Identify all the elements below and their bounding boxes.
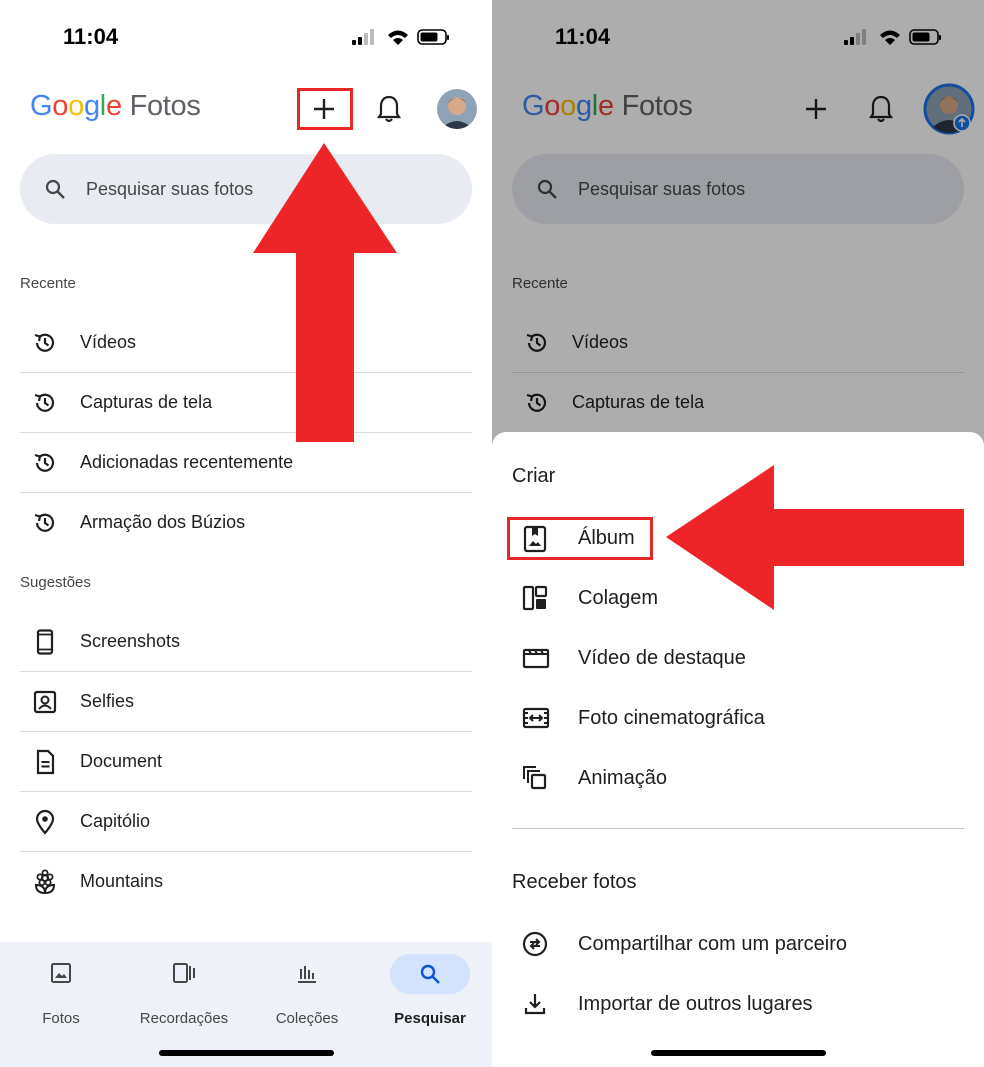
avatar[interactable] — [437, 89, 477, 129]
recent-heading: Recente — [20, 275, 76, 292]
history-icon — [34, 513, 55, 532]
recent-item[interactable]: Capturas de tela — [20, 373, 472, 433]
recent-item-label: Armação dos Búzios — [80, 512, 246, 532]
create-item-label: Vídeo de destaque — [578, 647, 746, 669]
suggestion-item[interactable]: Screenshots — [20, 612, 472, 672]
document-icon — [36, 749, 55, 775]
google-fotos-logo: Google Fotos — [30, 90, 201, 123]
cinematic-icon — [522, 707, 550, 729]
location-pin-icon — [35, 809, 55, 835]
search-placeholder: Pesquisar suas fotos — [86, 179, 254, 199]
search-icon — [420, 964, 440, 984]
recent-item[interactable]: Armação dos Búzios — [20, 493, 472, 553]
create-item-label: Colagem — [578, 587, 659, 609]
history-icon — [34, 333, 55, 352]
signal-bar-3 — [364, 33, 368, 45]
suggestion-item[interactable]: Mountains — [20, 852, 472, 912]
recent-item-label: Adicionadas recentemente — [80, 452, 294, 472]
status-time: 11:04 — [63, 24, 119, 49]
signal-bar-2 — [358, 37, 362, 45]
phone-icon — [36, 629, 54, 655]
search-icon — [45, 179, 65, 199]
search-bar[interactable]: Pesquisar suas fotos — [20, 154, 472, 224]
nav-colecoes-label: Coleções — [275, 1010, 339, 1027]
suggestion-item[interactable]: Document — [20, 732, 472, 792]
create-animation-item[interactable]: Animação — [512, 749, 964, 809]
annotation-arrow-left — [666, 465, 964, 610]
wifi-icon — [388, 30, 408, 45]
flower-icon — [34, 869, 56, 895]
nav-recordacoes[interactable]: Recordações — [129, 952, 239, 1032]
suggestion-item[interactable]: Capitólio — [20, 792, 472, 852]
home-indicator — [159, 1050, 334, 1056]
annotation-highlight-album — [507, 517, 653, 560]
photo-icon — [51, 963, 71, 983]
suggestion-item-label: Document — [80, 751, 163, 771]
signal-bar-1 — [352, 40, 356, 45]
logo-google: Google — [30, 90, 122, 122]
nav-pesquisar-label: Pesquisar — [394, 1010, 466, 1027]
partner-share-item[interactable]: Compartilhar com um parceiro — [512, 915, 964, 975]
receive-item-label: Compartilhar com um parceiro — [578, 933, 847, 955]
annotation-highlight-add — [297, 88, 353, 130]
sheet-divider — [512, 828, 964, 829]
history-icon — [34, 453, 55, 472]
nav-colecoes[interactable]: Coleções — [252, 952, 362, 1032]
receive-heading: Receber fotos — [512, 871, 637, 893]
notifications-icon[interactable] — [376, 94, 402, 124]
partner-share-icon — [522, 931, 548, 957]
collage-icon — [522, 585, 548, 611]
nav-pesquisar[interactable]: Pesquisar — [375, 952, 485, 1032]
signal-bar-4 — [370, 29, 374, 45]
annotation-arrow-up — [253, 143, 397, 442]
import-item[interactable]: Importar de outros lugares — [512, 975, 964, 1035]
recent-item[interactable]: Vídeos — [20, 313, 472, 373]
create-movie-item[interactable]: Vídeo de destaque — [512, 629, 964, 689]
movie-icon — [522, 648, 550, 669]
library-icon — [298, 966, 316, 983]
animation-icon — [523, 766, 547, 790]
suggestion-item[interactable]: Selfies — [20, 672, 472, 732]
suggestions-heading: Sugestões — [20, 574, 91, 591]
recent-item-label: Vídeos — [80, 332, 137, 352]
memories-icon — [173, 963, 195, 983]
home-indicator — [651, 1050, 826, 1056]
recent-item-label: Capturas de tela — [80, 392, 213, 412]
create-heading: Criar — [512, 465, 556, 487]
suggestion-item-label: Mountains — [80, 871, 164, 891]
receive-item-label: Importar de outros lugares — [578, 993, 813, 1015]
left-screen: 11:04 Google Fotos Pesquisar suas fotos — [0, 0, 492, 1067]
portrait-icon — [33, 690, 57, 714]
status-icons — [352, 29, 449, 45]
suggestion-item-label: Selfies — [80, 691, 135, 711]
recent-item[interactable]: Adicionadas recentemente — [20, 433, 472, 493]
create-item-label: Foto cinematográfica — [578, 707, 765, 729]
create-cinematic-item[interactable]: Foto cinematográfica — [512, 689, 964, 749]
create-item-label: Animação — [578, 767, 667, 789]
bottom-navigation: Fotos Recordações Coleções Pesquisar — [0, 942, 492, 1067]
right-screen: 11:04 Google Fotos Pesquisar suas fotos — [492, 0, 984, 1067]
nav-recordacoes-label: Recordações — [139, 1010, 229, 1027]
nav-fotos[interactable]: Fotos — [6, 952, 116, 1032]
logo-fotos: Fotos — [129, 90, 201, 122]
suggestion-item-label: Capitólio — [80, 811, 151, 831]
history-icon — [34, 393, 55, 412]
download-icon — [524, 994, 546, 1015]
nav-fotos-label: Fotos — [42, 1010, 80, 1027]
suggestion-item-label: Screenshots — [80, 631, 181, 651]
